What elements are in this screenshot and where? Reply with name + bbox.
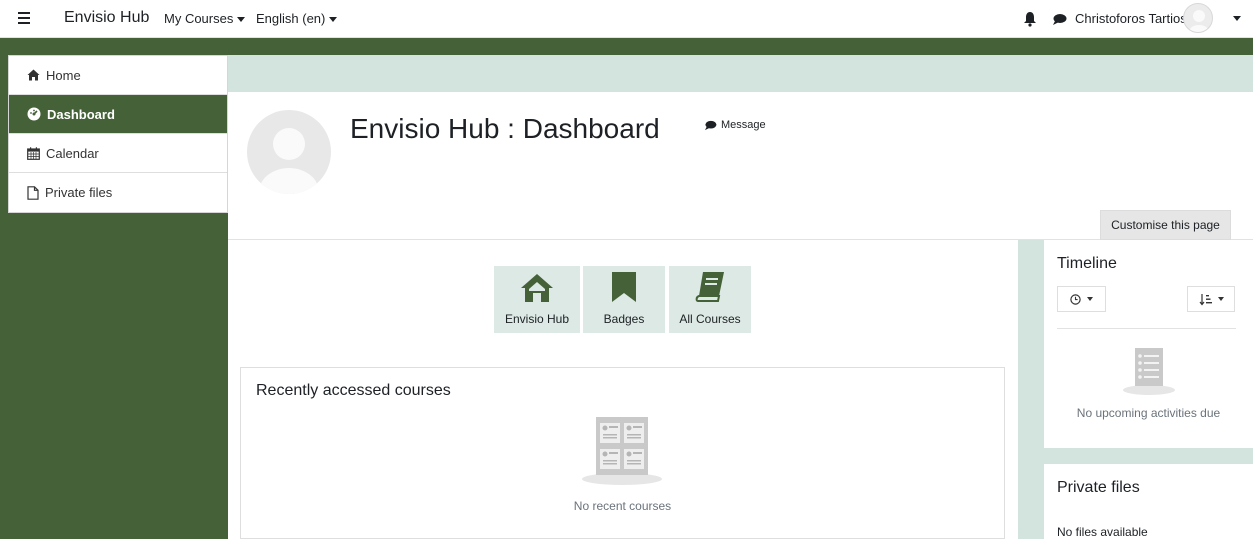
drawer-item-label: Home [46, 67, 81, 83]
tile-label: Envisio Hub [504, 312, 570, 326]
tile-envisio-hub[interactable]: Envisio Hub [494, 266, 580, 333]
user-silhouette-icon [259, 128, 319, 194]
bell-icon[interactable] [1023, 11, 1037, 27]
drawer-item-calendar[interactable]: Calendar [9, 134, 227, 173]
chat-bubble-icon[interactable] [1052, 13, 1067, 26]
timeline-filter-dropdown[interactable] [1057, 286, 1106, 312]
drawer-item-label: Calendar [46, 145, 99, 161]
drawer-item-label: Dashboard [47, 106, 115, 122]
message-label: Message [721, 119, 766, 131]
calendar-icon [27, 146, 40, 160]
list-placeholder-icon [1123, 348, 1175, 395]
book-icon [695, 272, 724, 302]
top-navbar: Envisio Hub My Courses English (en) Chri… [0, 0, 1253, 38]
chevron-down-icon [1217, 297, 1224, 301]
bookmark-icon [612, 272, 636, 302]
profile-avatar [247, 110, 331, 194]
sort-icon [1199, 293, 1212, 305]
chevron-down-icon [237, 17, 246, 23]
timeline-block: Timeline No upcoming activities due [1044, 240, 1253, 448]
courses-placeholder-icon [582, 417, 662, 485]
card-title: Recently accessed courses [256, 382, 451, 399]
language-menu[interactable]: English (en) [256, 11, 338, 26]
tile-badges[interactable]: Badges [583, 266, 665, 333]
language-label: English (en) [256, 11, 326, 26]
tile-all-courses[interactable]: All Courses [669, 266, 751, 333]
clock-icon [1070, 293, 1081, 305]
hamburger-menu-icon[interactable] [16, 9, 34, 27]
recent-courses-card: Recently accessed courses No recent cour… [240, 367, 1005, 539]
user-avatar[interactable] [1183, 3, 1213, 33]
my-courses-menu[interactable]: My Courses [164, 11, 246, 26]
drawer-item-private-files[interactable]: Private files [9, 173, 227, 212]
drawer-nav-list: Home Dashboard Calendar Private files [8, 55, 228, 213]
drawer-item-dashboard[interactable]: Dashboard [9, 95, 227, 134]
timeline-sort-dropdown[interactable] [1187, 286, 1235, 312]
message-link[interactable]: Message [704, 119, 766, 131]
customise-page-button[interactable]: Customise this page [1100, 210, 1231, 240]
private-files-block: Private files No files available [1044, 464, 1253, 539]
drawer-item-home[interactable]: Home [9, 56, 227, 95]
no-activities-text: No upcoming activities due [1076, 406, 1221, 420]
user-menu-chevron-icon[interactable] [1233, 16, 1241, 21]
chevron-down-icon [1087, 297, 1093, 301]
user-name[interactable]: Christoforos Tartios [1075, 11, 1187, 26]
timeline-divider [1057, 328, 1236, 329]
user-silhouette-icon [1189, 10, 1209, 32]
my-courses-label: My Courses [164, 11, 234, 26]
timeline-title: Timeline [1057, 255, 1117, 272]
no-recent-courses-text: No recent courses [573, 499, 672, 513]
private-files-title: Private files [1057, 479, 1140, 496]
drawer-item-label: Private files [45, 185, 113, 200]
file-icon [27, 185, 39, 200]
header-band [228, 55, 1253, 92]
home-icon [521, 274, 553, 302]
site-brand[interactable]: Envisio Hub [64, 9, 149, 27]
tile-label: Badges [603, 312, 645, 326]
page-title: Envisio Hub : Dashboard [350, 113, 660, 144]
home-icon [27, 69, 40, 81]
no-files-text: No files available [1057, 525, 1148, 539]
chat-bubble-icon [705, 120, 717, 130]
dashboard-icon [27, 107, 41, 121]
tile-label: All Courses [679, 312, 741, 326]
chevron-down-icon [329, 17, 338, 23]
